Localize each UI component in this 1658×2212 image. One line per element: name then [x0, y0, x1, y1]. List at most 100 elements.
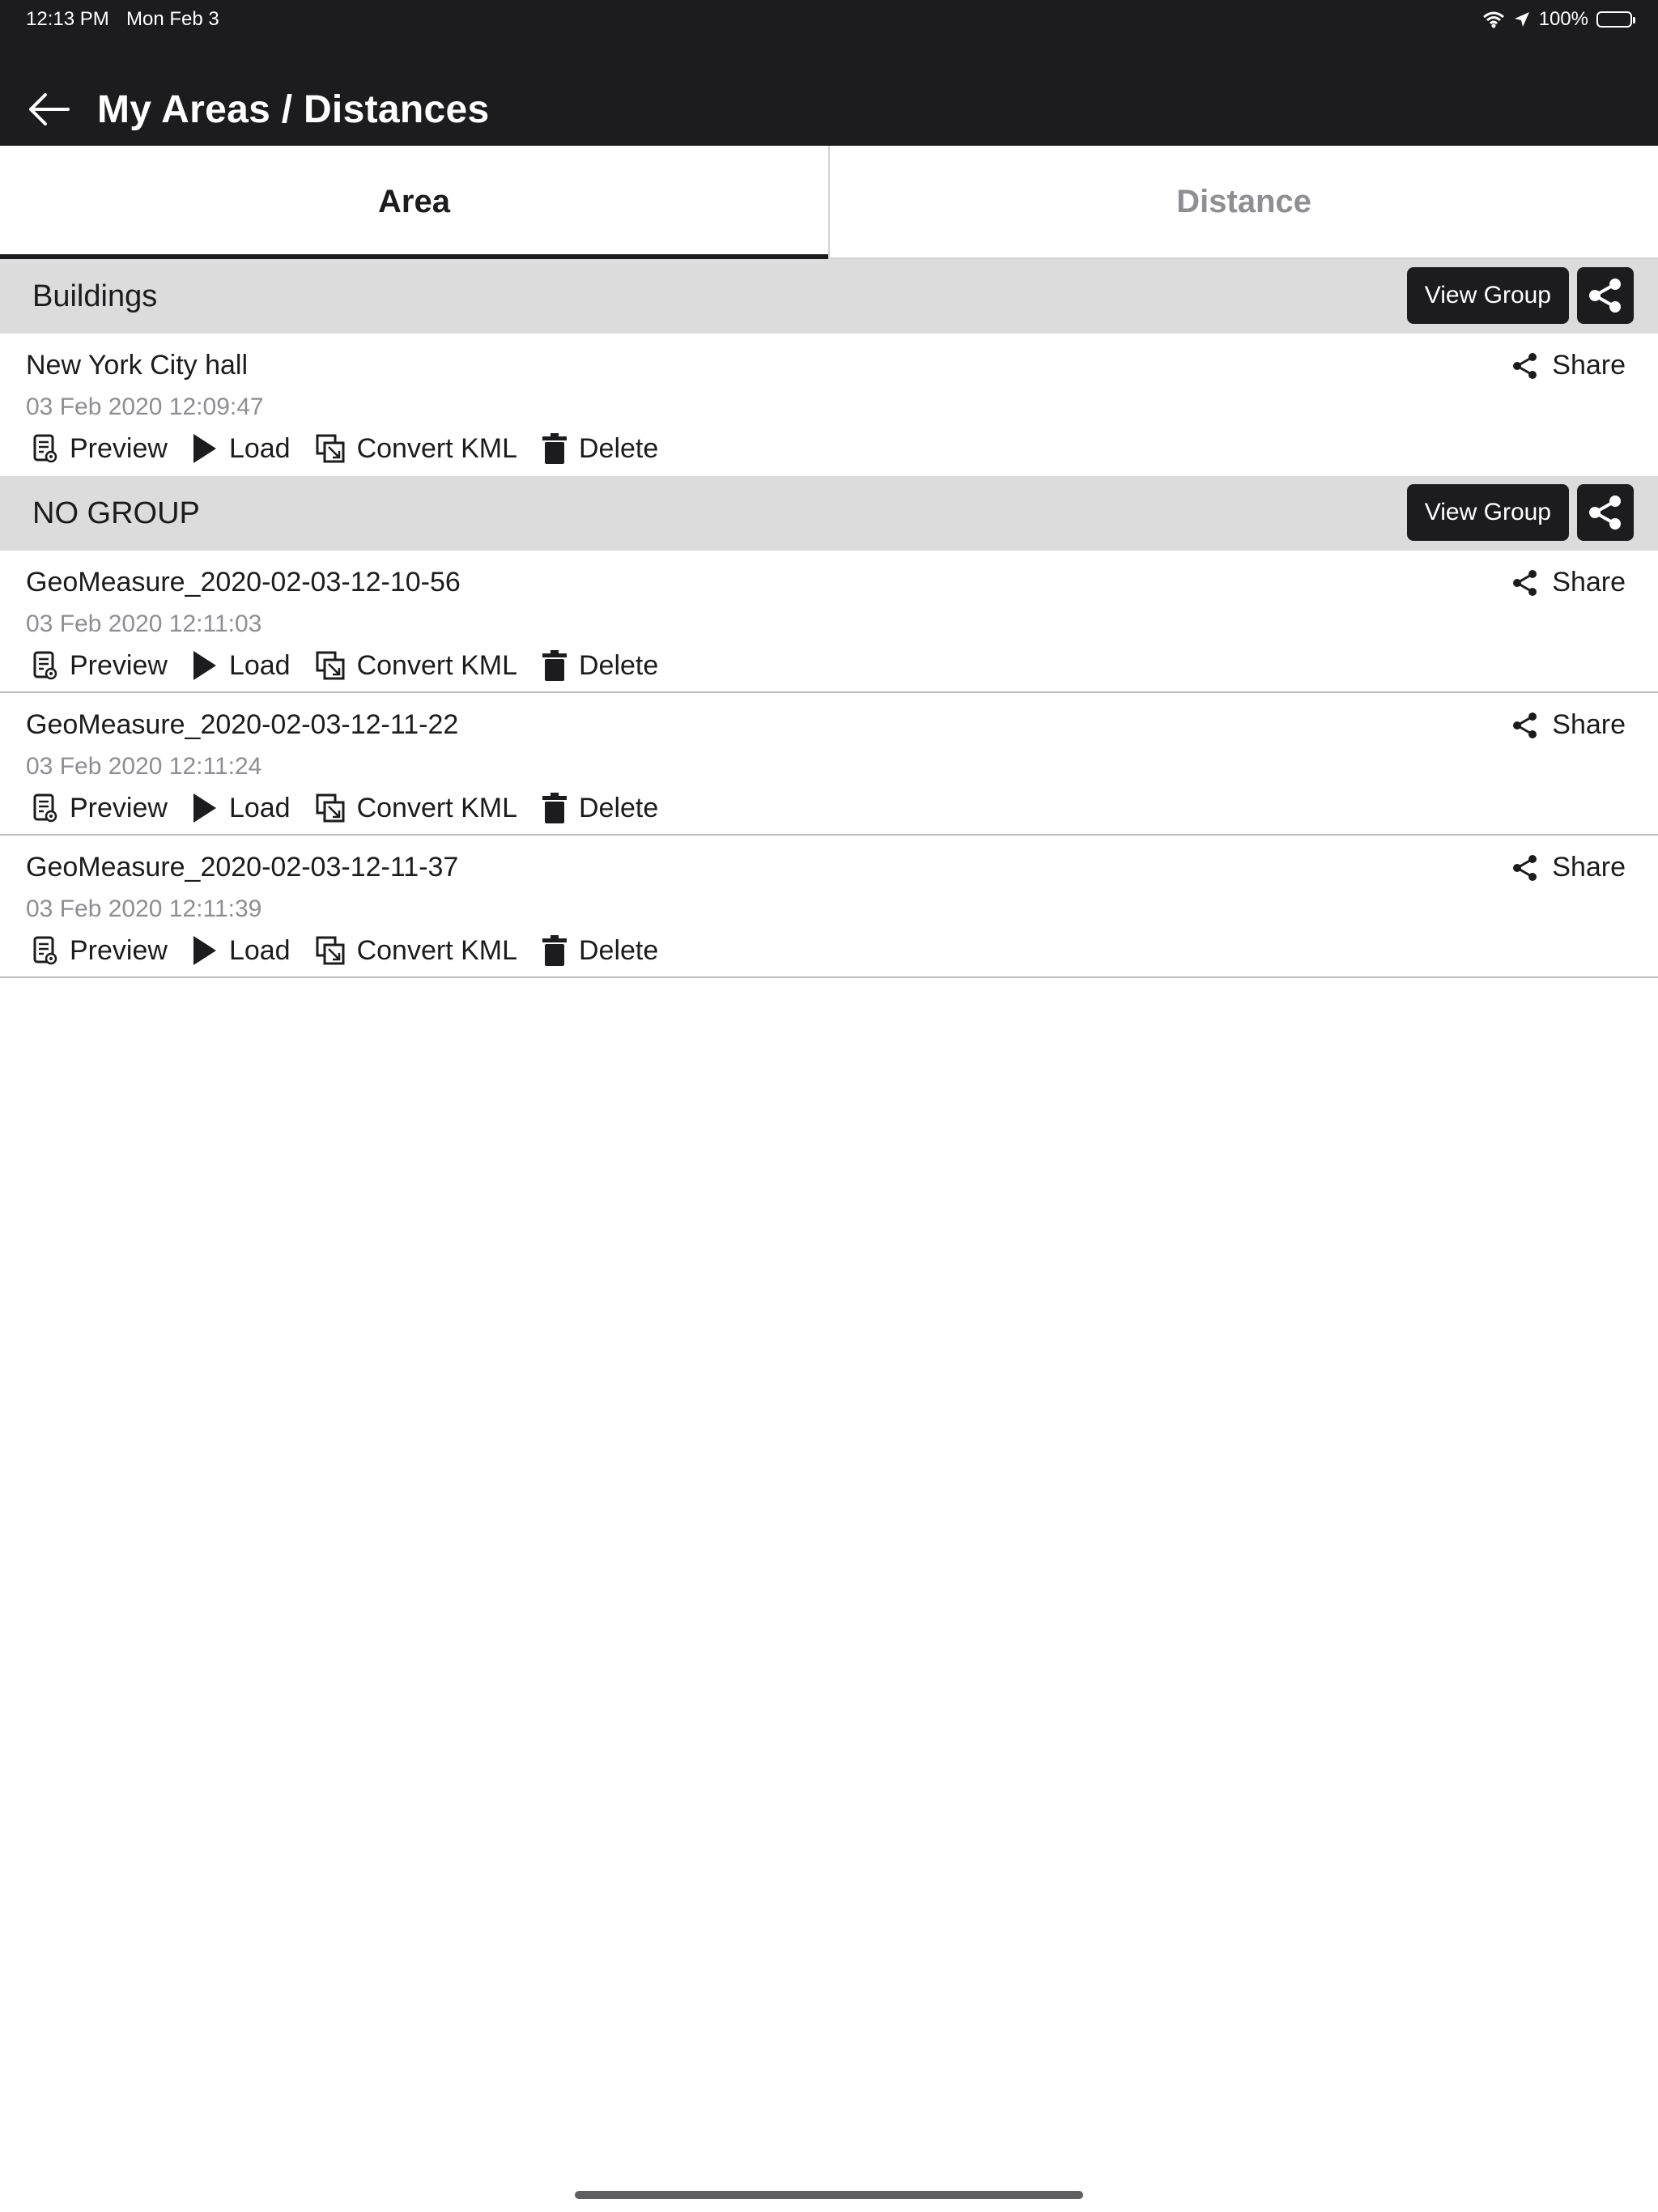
tab-distance[interactable]: Distance — [828, 146, 1658, 257]
group-title: NO GROUP — [32, 496, 200, 530]
convert-kml-label: Convert KML — [356, 934, 517, 966]
status-date: Mon Feb 3 — [126, 8, 219, 30]
preview-button[interactable]: Preview — [32, 433, 168, 465]
load-button[interactable]: Load — [192, 934, 291, 967]
load-label: Load — [228, 792, 291, 823]
home-indicator[interactable] — [575, 2191, 1083, 2199]
share-icon — [1510, 853, 1541, 883]
play-icon — [192, 432, 218, 465]
delete-label: Delete — [578, 792, 659, 823]
group-header-no-group: NO GROUP View Group — [0, 476, 1658, 551]
preview-label: Preview — [70, 649, 168, 681]
convert-kml-label: Convert KML — [356, 432, 517, 464]
trash-icon — [542, 792, 568, 824]
preview-button[interactable]: Preview — [32, 935, 168, 967]
share-icon — [1510, 351, 1541, 381]
list-item: New York City hall 03 Feb 2020 12:09:47 … — [0, 334, 1658, 476]
load-label: Load — [228, 649, 291, 681]
tab-area-label: Area — [378, 183, 450, 219]
share-icon — [1510, 568, 1541, 598]
preview-label: Preview — [70, 432, 168, 464]
entry-date: 03 Feb 2020 12:11:39 — [26, 895, 262, 922]
page-title: My Areas / Distances — [97, 87, 490, 131]
status-right: 100% — [1482, 6, 1635, 32]
list-item: GeoMeasure_2020-02-03-12-11-37 03 Feb 20… — [0, 836, 1658, 978]
preview-document-icon — [32, 793, 58, 823]
entry-share-button[interactable]: Share — [1510, 350, 1626, 381]
status-bar: 12:13 PM Mon Feb 3 100% — [26, 6, 1635, 32]
group-actions: View Group — [1406, 484, 1634, 541]
share-label: Share — [1552, 350, 1626, 381]
delete-button[interactable]: Delete — [542, 792, 658, 824]
share-label: Share — [1552, 852, 1626, 883]
preview-document-icon — [32, 433, 58, 464]
entry-actions: Preview Load Convert KML Delete — [32, 792, 658, 824]
app-header: 12:13 PM Mon Feb 3 100% My Areas / Dista… — [0, 0, 1658, 146]
play-icon — [192, 649, 218, 682]
group-share-button[interactable] — [1577, 484, 1634, 541]
entry-actions: Preview Load Convert KML Delete — [32, 432, 658, 465]
entry-date: 03 Feb 2020 12:11:03 — [26, 610, 262, 637]
convert-kml-button[interactable]: Convert KML — [315, 793, 517, 824]
entry-actions: Preview Load Convert KML Delete — [32, 934, 658, 967]
entry-name: GeoMeasure_2020-02-03-12-10-56 — [26, 567, 461, 598]
status-time: 12:13 PM — [26, 8, 109, 30]
entry-name: GeoMeasure_2020-02-03-12-11-22 — [26, 709, 459, 740]
location-arrow-icon — [1513, 11, 1531, 28]
load-label: Load — [228, 432, 291, 464]
view-group-button[interactable]: View Group — [1406, 267, 1569, 324]
delete-label: Delete — [578, 432, 659, 464]
convert-kml-label: Convert KML — [356, 649, 517, 681]
back-arrow-icon[interactable] — [26, 87, 71, 132]
delete-label: Delete — [578, 934, 659, 966]
preview-button[interactable]: Preview — [32, 650, 168, 682]
preview-label: Preview — [70, 792, 168, 823]
play-icon — [192, 934, 218, 967]
group-title: Buildings — [32, 279, 158, 313]
play-icon — [192, 792, 218, 824]
load-button[interactable]: Load — [192, 432, 291, 465]
preview-document-icon — [32, 935, 58, 966]
list-item: GeoMeasure_2020-02-03-12-10-56 03 Feb 20… — [0, 551, 1658, 693]
entry-date: 03 Feb 2020 12:11:24 — [26, 753, 262, 780]
header-row: My Areas / Distances — [26, 81, 489, 138]
entry-name: GeoMeasure_2020-02-03-12-11-37 — [26, 852, 459, 883]
group-actions: View Group — [1406, 267, 1634, 324]
trash-icon — [542, 649, 568, 682]
convert-kml-label: Convert KML — [356, 792, 517, 823]
entry-share-button[interactable]: Share — [1510, 852, 1626, 883]
tab-distance-label: Distance — [1176, 183, 1312, 219]
load-button[interactable]: Load — [192, 649, 291, 682]
entry-actions: Preview Load Convert KML Delete — [32, 649, 658, 682]
convert-kml-button[interactable]: Convert KML — [315, 433, 517, 465]
entry-share-button[interactable]: Share — [1510, 709, 1626, 741]
entry-date: 03 Feb 2020 12:09:47 — [26, 393, 264, 420]
convert-icon — [315, 433, 346, 464]
tab-area[interactable]: Area — [0, 146, 828, 259]
convert-kml-button[interactable]: Convert KML — [315, 650, 517, 682]
delete-button[interactable]: Delete — [542, 432, 658, 465]
convert-icon — [315, 935, 346, 966]
preview-label: Preview — [70, 934, 168, 966]
preview-button[interactable]: Preview — [32, 793, 168, 824]
convert-kml-button[interactable]: Convert KML — [315, 935, 517, 967]
convert-icon — [315, 650, 346, 681]
group-share-button[interactable] — [1577, 267, 1634, 324]
delete-label: Delete — [578, 649, 659, 681]
share-icon — [1585, 275, 1626, 316]
group-header-buildings: Buildings View Group — [0, 259, 1658, 334]
wifi-icon — [1482, 11, 1505, 28]
preview-document-icon — [32, 650, 58, 681]
battery-icon — [1596, 11, 1635, 28]
trash-icon — [542, 432, 568, 465]
share-icon — [1510, 710, 1541, 741]
list-item: GeoMeasure_2020-02-03-12-11-22 03 Feb 20… — [0, 693, 1658, 836]
delete-button[interactable]: Delete — [542, 934, 658, 967]
share-label: Share — [1552, 567, 1626, 598]
entry-share-button[interactable]: Share — [1510, 567, 1626, 598]
convert-icon — [315, 793, 346, 823]
trash-icon — [542, 934, 568, 967]
load-button[interactable]: Load — [192, 792, 291, 824]
delete-button[interactable]: Delete — [542, 649, 658, 682]
view-group-button[interactable]: View Group — [1406, 484, 1569, 541]
